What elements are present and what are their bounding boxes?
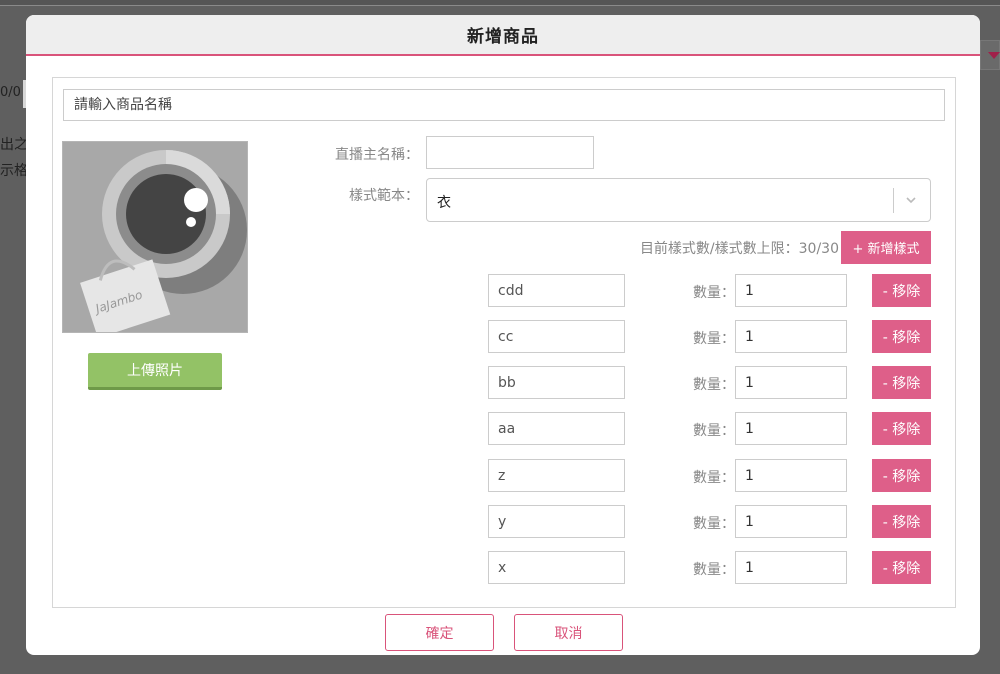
select-separator [893,188,894,213]
quantity-input[interactable] [735,412,847,445]
style-row: 數量： - 移除 [53,366,957,400]
remove-style-button[interactable]: - 移除 [872,320,931,353]
quantity-label: 數量： [693,562,735,578]
quantity-label: 數量： [693,470,735,486]
quantity-input[interactable] [735,366,847,399]
remove-style-button[interactable]: - 移除 [872,412,931,445]
style-template-select[interactable]: 衣 [426,178,931,222]
quantity-input[interactable] [735,551,847,584]
quantity-input[interactable] [735,274,847,307]
style-name-input[interactable] [488,412,625,445]
product-name-input[interactable] [63,89,945,121]
cancel-button[interactable]: 取消 [514,614,623,651]
host-name-label: 直播主名稱： [335,147,419,163]
style-name-input[interactable] [488,459,625,492]
caret-down-icon [988,52,1000,59]
product-form: JaJambo 上傳照片 直播主名稱： 樣式範本： 衣 目前樣式數/樣式數上限：… [52,77,956,608]
add-style-button[interactable]: + 新增樣式 [841,231,931,264]
background-top-bar [0,0,1000,6]
style-row: 數量： - 移除 [53,459,957,493]
host-name-input[interactable] [426,136,594,169]
style-row: 數量： - 移除 [53,551,957,585]
quantity-label: 數量： [693,516,735,532]
style-name-input[interactable] [488,274,625,307]
background-counter: 0/0 [0,85,21,100]
add-product-modal: 新增商品 JaJambo 上傳照片 直播主名稱： [26,15,980,655]
quantity-label: 數量： [693,285,735,301]
style-template-label: 樣式範本： [349,188,419,204]
style-name-input[interactable] [488,505,625,538]
style-row: 數量： - 移除 [53,505,957,539]
style-template-value: 衣 [437,195,451,211]
style-name-input[interactable] [488,551,625,584]
quantity-input[interactable] [735,459,847,492]
confirm-button[interactable]: 確定 [385,614,494,651]
remove-style-button[interactable]: - 移除 [872,551,931,584]
remove-style-button[interactable]: - 移除 [872,366,931,399]
remove-style-button[interactable]: - 移除 [872,274,931,307]
style-row: 數量： - 移除 [53,274,957,308]
background-text-1: 出之 [0,137,28,153]
quantity-input[interactable] [735,505,847,538]
remove-style-button[interactable]: - 移除 [872,459,931,492]
style-name-input[interactable] [488,320,625,353]
quantity-label: 數量： [693,423,735,439]
quantity-label: 數量： [693,331,735,347]
modal-header: 新增商品 [26,15,980,56]
chevron-down-icon [906,197,916,204]
remove-style-button[interactable]: - 移除 [872,505,931,538]
quantity-label: 數量： [693,377,735,393]
modal-title: 新增商品 [467,27,539,47]
style-name-input[interactable] [488,366,625,399]
style-row: 數量： - 移除 [53,412,957,446]
quantity-input[interactable] [735,320,847,353]
style-limit-text: 目前樣式數/樣式數上限：30/30 [639,241,839,257]
style-row: 數量： - 移除 [53,320,957,354]
